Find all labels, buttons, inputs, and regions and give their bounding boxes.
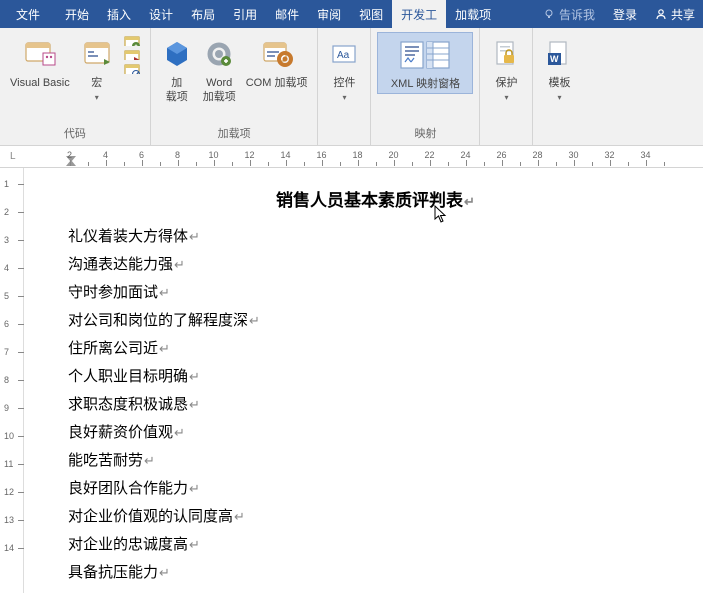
- xml-mapping-label: XML 映射窗格: [391, 77, 460, 91]
- tab-view[interactable]: 视图: [350, 0, 392, 28]
- controls-icon: Aa: [329, 34, 359, 74]
- controls-label: 控件▾: [333, 76, 355, 105]
- group-template-label: [539, 139, 579, 143]
- vb-icon: [23, 34, 57, 74]
- visual-basic-label: Visual Basic: [10, 76, 70, 90]
- document-body[interactable]: 销售人员基本素质评判表↵ 礼仪着装大方得体↵沟通表达能力强↵守时参加面试↵对公司…: [24, 168, 703, 593]
- word-addins-label: Word加载项: [203, 76, 236, 104]
- word-addins-button[interactable]: Word加载项: [199, 32, 240, 106]
- group-code-label: 代码: [6, 123, 144, 143]
- lightbulb-icon: [543, 8, 555, 20]
- document-line[interactable]: 求职态度积极诚恳↵: [68, 391, 683, 419]
- xml-mapping-icon: [399, 35, 451, 75]
- com-addins-icon: [260, 34, 294, 74]
- paragraph-mark: ↵: [189, 363, 200, 391]
- document-line[interactable]: 具备抗压能力↵: [68, 559, 683, 587]
- group-mapping: XML 映射窗格 映射: [371, 28, 480, 145]
- addins-icon: [162, 34, 192, 74]
- tell-me-label: 告诉我: [559, 6, 595, 23]
- template-button[interactable]: W 模板▾: [539, 32, 579, 107]
- protect-label: 保护▾: [495, 76, 517, 105]
- group-addins: 加载项 Word加载项 COM 加载项 加载项: [151, 28, 319, 145]
- document-line[interactable]: 对公司和岗位的了解程度深↵: [68, 307, 683, 335]
- com-addins-button[interactable]: COM 加载项: [242, 32, 312, 92]
- com-addins-label: COM 加载项: [246, 76, 308, 90]
- group-code: Visual Basic 宏▾ 代码: [0, 28, 151, 145]
- tab-design[interactable]: 设计: [140, 0, 182, 28]
- svg-text:Aa: Aa: [337, 50, 350, 61]
- paragraph-mark: ↵: [189, 391, 200, 419]
- ribbon: Visual Basic 宏▾ 代码: [0, 28, 703, 146]
- ruler-scale: 246810121416182022242628303234: [22, 148, 693, 166]
- paragraph-mark: ↵: [159, 559, 170, 587]
- xml-mapping-pane-button[interactable]: XML 映射窗格: [377, 32, 473, 94]
- group-addins-label: 加载项: [157, 123, 312, 143]
- paragraph-mark: ↵: [234, 503, 245, 531]
- paragraph-mark: ↵: [249, 307, 260, 335]
- addins-button[interactable]: 加载项: [157, 32, 197, 106]
- group-controls: Aa 控件▾: [318, 28, 371, 145]
- document-line[interactable]: 沟通表达能力强↵: [68, 251, 683, 279]
- tab-file[interactable]: 文件: [0, 0, 56, 28]
- document-title[interactable]: 销售人员基本素质评判表↵: [68, 186, 683, 211]
- horizontal-ruler[interactable]: L 246810121416182022242628303234: [0, 146, 703, 168]
- visual-basic-button[interactable]: Visual Basic: [6, 32, 74, 92]
- tab-insert[interactable]: 插入: [98, 0, 140, 28]
- document-line[interactable]: 良好团队合作能力↵: [68, 475, 683, 503]
- paragraph-mark: ↵: [174, 251, 185, 279]
- paragraph-mark: ↵: [144, 447, 155, 475]
- document-line[interactable]: 个人职业目标明确↵: [68, 363, 683, 391]
- document-line[interactable]: 能吃苦耐劳↵: [68, 447, 683, 475]
- tab-review[interactable]: 审阅: [308, 0, 350, 28]
- tab-layout[interactable]: 布局: [182, 0, 224, 28]
- code-more-button[interactable]: [120, 32, 144, 76]
- protect-button[interactable]: 保护▾: [486, 32, 526, 107]
- tab-home[interactable]: 开始: [56, 0, 98, 28]
- share-label: 共享: [671, 6, 695, 23]
- group-protect-label: [486, 139, 526, 143]
- document-line[interactable]: 对企业的忠诚度高↵: [68, 531, 683, 559]
- paragraph-mark: ↵: [464, 194, 475, 209]
- tab-mailings[interactable]: 邮件: [266, 0, 308, 28]
- share-button[interactable]: 共享: [647, 6, 703, 23]
- protect-icon: [491, 34, 521, 74]
- paragraph-mark: ↵: [159, 335, 170, 363]
- addins-btn-label: 加载项: [166, 76, 188, 104]
- group-protect: 保护▾: [480, 28, 533, 145]
- menu-tab-bar: 文件 开始 插入 设计 布局 引用 邮件 审阅 视图 开发工 加载项 告诉我 登…: [0, 0, 703, 28]
- login-button[interactable]: 登录: [603, 6, 647, 23]
- person-icon: [655, 8, 667, 20]
- paragraph-mark: ↵: [189, 531, 200, 559]
- group-template: W 模板▾: [533, 28, 585, 145]
- paragraph-mark: ↵: [159, 279, 170, 307]
- macros-icon: [80, 34, 114, 74]
- tab-selector[interactable]: L: [10, 151, 16, 162]
- paragraph-mark: ↵: [189, 475, 200, 503]
- document-line[interactable]: 良好薪资价值观↵: [68, 419, 683, 447]
- paragraph-mark: ↵: [174, 419, 185, 447]
- document-line[interactable]: 对企业价值观的认同度高↵: [68, 503, 683, 531]
- group-mapping-label: 映射: [377, 123, 473, 143]
- vertical-ruler[interactable]: 1234567891011121314: [0, 168, 24, 593]
- document-area: 1234567891011121314 销售人员基本素质评判表↵ 礼仪着装大方得…: [0, 168, 703, 593]
- tab-references[interactable]: 引用: [224, 0, 266, 28]
- document-line[interactable]: 守时参加面试↵: [68, 279, 683, 307]
- template-label: 模板▾: [548, 76, 570, 105]
- template-icon: W: [544, 34, 574, 74]
- macros-button[interactable]: 宏▾: [76, 32, 118, 107]
- tab-addins[interactable]: 加载项: [446, 0, 500, 28]
- tell-me-search[interactable]: 告诉我: [535, 6, 603, 23]
- paragraph-mark: ↵: [189, 223, 200, 251]
- document-line[interactable]: 礼仪着装大方得体↵: [68, 223, 683, 251]
- controls-button[interactable]: Aa 控件▾: [324, 32, 364, 107]
- macros-label: 宏▾: [91, 76, 102, 105]
- code-small-icons: [124, 34, 140, 74]
- word-addins-icon: [204, 34, 234, 74]
- group-controls-label: [324, 139, 364, 143]
- document-line[interactable]: 住所离公司近↵: [68, 335, 683, 363]
- tab-developer[interactable]: 开发工: [392, 0, 446, 28]
- svg-text:W: W: [550, 54, 559, 64]
